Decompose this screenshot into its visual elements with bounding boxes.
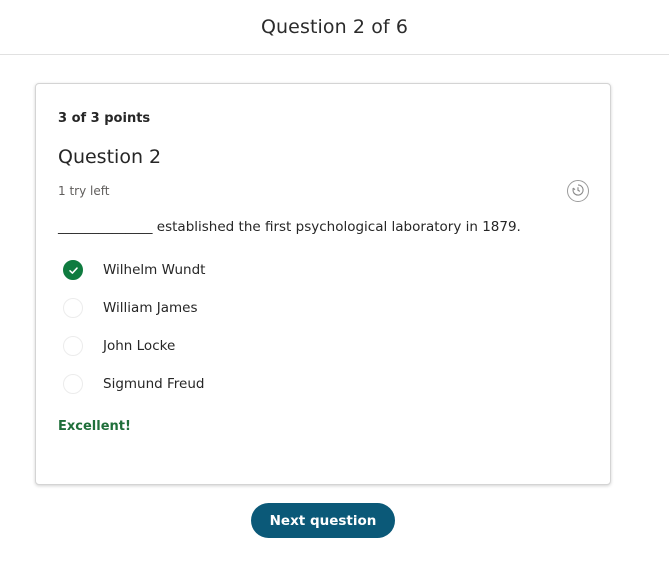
quiz-header: Question 2 of 6: [0, 0, 669, 55]
option-label: Wilhelm Wundt: [103, 262, 206, 278]
history-button[interactable]: [567, 180, 589, 202]
radio-button[interactable]: [63, 336, 83, 356]
question-prompt: ______________ established the first psy…: [58, 219, 521, 235]
points-score: 3 of 3 points: [58, 111, 151, 126]
option-william-james[interactable]: William James: [63, 297, 205, 319]
question-title: Question 2: [58, 146, 162, 168]
answer-options: Wilhelm Wundt William James John Locke S…: [63, 259, 205, 411]
radio-button[interactable]: [63, 298, 83, 318]
option-john-locke[interactable]: John Locke: [63, 335, 205, 357]
question-card: 3 of 3 points Question 2 1 try left ____…: [35, 83, 611, 485]
option-label: Sigmund Freud: [103, 376, 205, 392]
tries-left-label: 1 try left: [58, 184, 110, 198]
next-question-button[interactable]: Next question: [251, 503, 395, 538]
option-sigmund-freud[interactable]: Sigmund Freud: [63, 373, 205, 395]
check-icon[interactable]: [63, 260, 83, 280]
history-icon: [571, 182, 585, 201]
feedback-message: Excellent!: [58, 419, 131, 434]
option-label: William James: [103, 300, 198, 316]
radio-button[interactable]: [63, 374, 83, 394]
option-wilhelm-wundt[interactable]: Wilhelm Wundt: [63, 259, 205, 281]
option-label: John Locke: [103, 338, 176, 354]
question-counter: Question 2 of 6: [260, 16, 409, 38]
